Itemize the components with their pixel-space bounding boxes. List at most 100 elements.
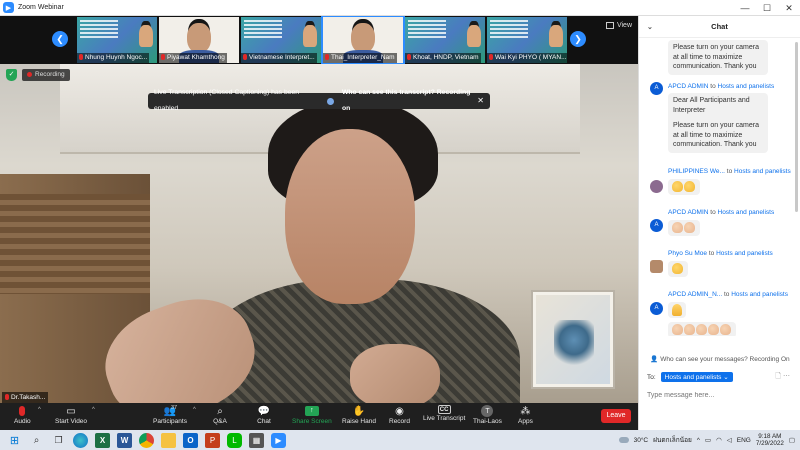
gallery-prev-button[interactable]: ❮ <box>52 31 68 47</box>
search-icon[interactable]: ⌕ <box>29 433 44 448</box>
raise-hand-button[interactable]: ✋ Raise Hand <box>342 405 376 426</box>
video-options-caret[interactable]: ^ <box>92 407 95 413</box>
window-title: Zoom Webinar <box>18 4 64 11</box>
record-button[interactable]: ◉ Record <box>389 405 410 426</box>
transcript-visibility-link[interactable]: Who can see this transcript? Recording o… <box>342 85 477 117</box>
notifications-icon[interactable]: ▢ <box>789 436 795 444</box>
share-screen-button[interactable]: ↑ Share Screen <box>292 405 332 425</box>
maximize-button[interactable]: ☐ <box>756 0 778 16</box>
security-shield-icon[interactable]: ✓ <box>6 69 17 81</box>
chat-button[interactable]: 💬 Chat <box>257 405 271 426</box>
interpretation-button[interactable]: T Thai-Laos <box>473 405 502 425</box>
participant-thumbnail[interactable]: Nhung Huynh Ngoc... <box>77 17 157 63</box>
leave-button[interactable]: Leave <box>601 409 631 423</box>
file-icon[interactable]: 🗋 <box>775 373 781 380</box>
edge-browser-icon[interactable] <box>73 432 88 448</box>
participant-thumbnail[interactable]: Piyawat Khamthong <box>159 17 239 63</box>
avatar: A <box>650 302 663 315</box>
view-label: View <box>616 22 632 29</box>
chat-options: 🗋 ⋯ <box>775 372 790 383</box>
qa-button[interactable]: ⌕ Q&A <box>213 405 227 426</box>
task-view-icon[interactable]: ❐ <box>51 433 66 448</box>
outlook-icon[interactable]: O <box>183 432 198 448</box>
window-controls: — ☐ ✕ <box>734 0 800 16</box>
emoji-message <box>668 179 700 195</box>
message-body: Please turn on your camera at all time t… <box>673 44 759 70</box>
recording-indicator[interactable]: Recording <box>22 69 70 81</box>
emoji-message <box>668 322 736 336</box>
view-button[interactable]: View <box>605 22 632 29</box>
store-icon[interactable]: ▦ <box>249 432 264 448</box>
start-video-button[interactable]: ▭ Start Video <box>55 405 87 426</box>
minimize-button[interactable]: — <box>734 0 756 16</box>
close-window-button[interactable]: ✕ <box>778 0 800 16</box>
chevron-down-icon[interactable]: ⌄ <box>647 23 653 31</box>
message-visibility-notice[interactable]: 👤 Who can see your messages? Recording O… <box>639 355 800 363</box>
chat-scrollbar[interactable] <box>795 42 798 212</box>
clock[interactable]: 9:18 AM 7/29/2022 <box>756 433 784 448</box>
muted-mic-icon <box>79 54 83 61</box>
clapping-hands-icon <box>672 180 683 192</box>
recipient-name: Hosts and panelists <box>734 168 791 175</box>
muted-mic-icon <box>407 54 411 61</box>
input-language[interactable]: ENG <box>737 437 751 444</box>
audio-options-caret[interactable]: ^ <box>38 407 41 413</box>
clapping-hands-icon <box>708 323 719 335</box>
sender-name[interactable]: Phyo Su Moe <box>668 250 707 257</box>
gallery-next-button[interactable]: ❯ <box>570 31 586 47</box>
chat-message-input[interactable] <box>647 388 793 402</box>
weather-cloud-icon <box>618 437 629 443</box>
zoom-logo-icon: ▶ <box>3 2 14 13</box>
apps-button[interactable]: ⁂ Apps <box>518 405 533 426</box>
folded-hands-icon <box>672 304 682 317</box>
share-screen-label: Share Screen <box>292 418 332 425</box>
clapping-hands-icon <box>684 323 695 335</box>
wifi-icon[interactable]: ◠ <box>716 436 722 444</box>
closed-caption-icon: CC <box>437 405 451 414</box>
recipient-select[interactable]: Hosts and panelists ⌄ <box>660 372 733 382</box>
file-explorer-icon[interactable] <box>161 432 176 448</box>
network-icon[interactable]: ▭ <box>705 436 711 444</box>
participant-thumbnail[interactable]: Khoat, HNDP, Vietnam <box>405 17 485 63</box>
powerpoint-icon[interactable]: P <box>205 432 220 448</box>
line-app-icon[interactable]: L <box>227 432 242 448</box>
message-header: APCD ADMIN_N... to Hosts and panelists <box>668 291 788 298</box>
chat-message-list[interactable]: Please turn on your camera at all time t… <box>639 38 800 336</box>
participant-thumbnail[interactable]: Vietnamese Interpret... <box>241 17 321 63</box>
tray-arrow-icon[interactable]: ^ <box>697 437 700 444</box>
sender-name[interactable]: APCD ADMIN <box>668 209 708 216</box>
close-banner-button[interactable]: ✕ <box>477 93 484 109</box>
chat-message: Dear All Participants and Interpreter Pl… <box>668 93 768 153</box>
participant-thumbnail[interactable]: Thai_Interpreter_Nam <box>321 16 405 65</box>
active-speaker-name: Dr.Takash... <box>2 392 49 403</box>
more-options-icon[interactable]: ⋯ <box>783 373 790 380</box>
participants-button[interactable]: 👥 37 Participants <box>153 405 187 425</box>
excel-icon[interactable]: X <box>95 432 110 448</box>
live-transcript-button[interactable]: CC Live Transcript <box>423 405 465 422</box>
sender-name[interactable]: PHILIPPINES We... <box>668 168 725 175</box>
word-icon[interactable]: W <box>117 432 132 448</box>
volume-icon[interactable]: ◁ <box>727 436 732 444</box>
participant-name: Piyawat Khamthong <box>167 54 225 61</box>
weather-temp[interactable]: 30°C <box>634 437 649 444</box>
interpretation-label: Thai-Laos <box>473 418 502 425</box>
system-tray: 30°C ฝนตกเล็กน้อย ^ ▭ ◠ ◁ ENG 9:18 AM 7/… <box>618 433 800 448</box>
sender-name[interactable]: APCD ADMIN_N... <box>668 291 722 298</box>
meeting-toolbar: Audio ^ ▭ Start Video ^ 👥 37 Participant… <box>0 403 638 430</box>
chrome-icon[interactable] <box>139 432 154 448</box>
sender-name[interactable]: APCD ADMIN <box>668 83 708 90</box>
participants-label: Participants <box>153 418 187 425</box>
grid-view-icon <box>605 22 614 29</box>
record-icon: ◉ <box>395 405 404 417</box>
windows-start-icon[interactable]: ⊞ <box>7 433 22 448</box>
gallery-strip: ❮ Nhung Huynh Ngoc... Piyawat Khamthong … <box>0 16 638 65</box>
zoom-app-icon[interactable]: ▶ <box>271 432 286 448</box>
recording-dot-icon <box>27 71 32 77</box>
weather-condition[interactable]: ฝนตกเล็กน้อย <box>653 435 692 445</box>
audio-button[interactable]: Audio <box>14 405 31 425</box>
recipient-row: To: Hosts and panelists ⌄ <box>647 372 733 382</box>
interpretation-language-icon: T <box>481 405 494 417</box>
participant-thumbnail[interactable]: Wai Kyi PHYO ( MYAN... <box>487 17 567 63</box>
record-label: Record <box>389 418 410 425</box>
participants-options-caret[interactable]: ^ <box>193 407 196 413</box>
